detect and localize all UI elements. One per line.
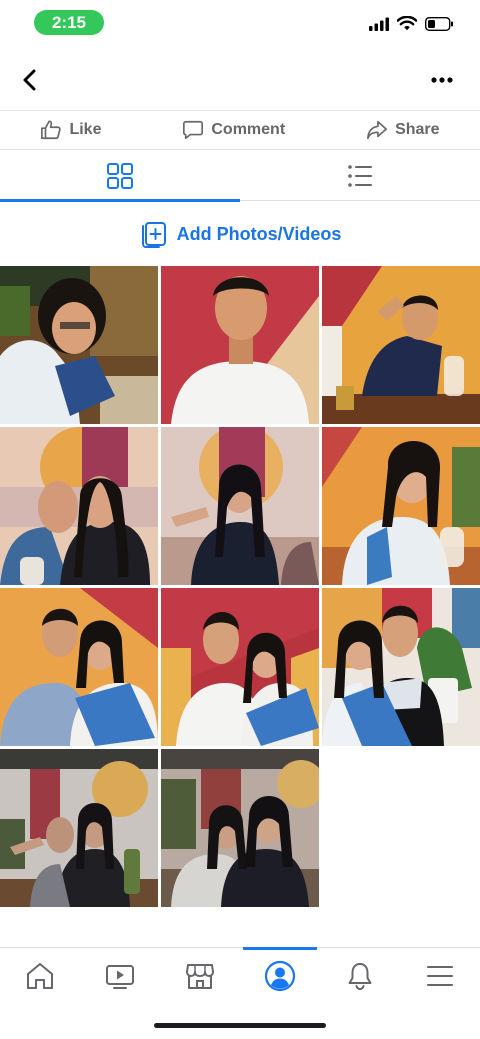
photo-9[interactable] <box>322 588 480 746</box>
add-photos-label: Add Photos/Videos <box>176 223 342 244</box>
status-time[interactable]: 2:15 <box>34 10 104 35</box>
photo-7[interactable] <box>0 588 158 746</box>
photo-2[interactable] <box>161 266 319 424</box>
comment-button[interactable]: Comment <box>182 119 285 141</box>
menu-icon <box>427 966 453 986</box>
share-icon <box>367 120 388 140</box>
share-label: Share <box>395 121 440 138</box>
chevron-left-icon <box>23 69 36 91</box>
wifi-icon <box>397 16 417 31</box>
view-tabs <box>0 151 480 202</box>
photo-11[interactable] <box>161 749 319 907</box>
home-indicator[interactable] <box>154 1023 326 1028</box>
nav-notifications[interactable] <box>320 948 400 1004</box>
video-icon <box>106 965 134 989</box>
tab-grid-view[interactable] <box>0 151 240 202</box>
list-icon <box>348 165 372 187</box>
photo-8[interactable] <box>161 588 319 746</box>
comment-icon <box>183 120 204 140</box>
thumbs-up-icon <box>41 120 62 140</box>
top-nav <box>0 58 480 104</box>
share-button[interactable]: Share <box>366 119 440 141</box>
photo-5[interactable] <box>161 427 319 585</box>
tab-list-view[interactable] <box>240 151 480 201</box>
action-bar: Like Comment Share <box>0 110 480 150</box>
profile-icon <box>264 960 296 992</box>
bottom-nav <box>0 947 480 1003</box>
photo-3[interactable] <box>322 266 480 424</box>
photo-1[interactable] <box>0 266 158 424</box>
bell-icon <box>348 963 372 991</box>
nav-watch[interactable] <box>80 948 160 1004</box>
like-button[interactable]: Like <box>40 119 101 141</box>
back-button[interactable] <box>14 64 46 96</box>
status-icons <box>369 16 454 31</box>
nav-menu[interactable] <box>400 948 480 1004</box>
nav-marketplace[interactable] <box>160 948 240 1004</box>
more-options-button[interactable] <box>426 64 458 96</box>
more-horizontal-icon <box>431 77 453 83</box>
signal-icon <box>369 17 389 31</box>
photo-10[interactable] <box>0 749 158 907</box>
grid-icon <box>107 163 133 189</box>
status-bar: 2:15 <box>0 0 480 44</box>
like-label: Like <box>69 121 102 138</box>
photo-6[interactable] <box>322 427 480 585</box>
home-icon <box>27 963 53 989</box>
add-media-icon <box>141 222 166 248</box>
add-photos-videos-button[interactable]: Add Photos/Videos <box>0 212 480 256</box>
photo-4[interactable] <box>0 427 158 585</box>
nav-profile[interactable] <box>240 947 320 1004</box>
marketplace-icon <box>186 964 214 989</box>
battery-icon <box>425 16 453 31</box>
comment-label: Comment <box>211 121 286 138</box>
nav-home[interactable] <box>0 948 80 1004</box>
